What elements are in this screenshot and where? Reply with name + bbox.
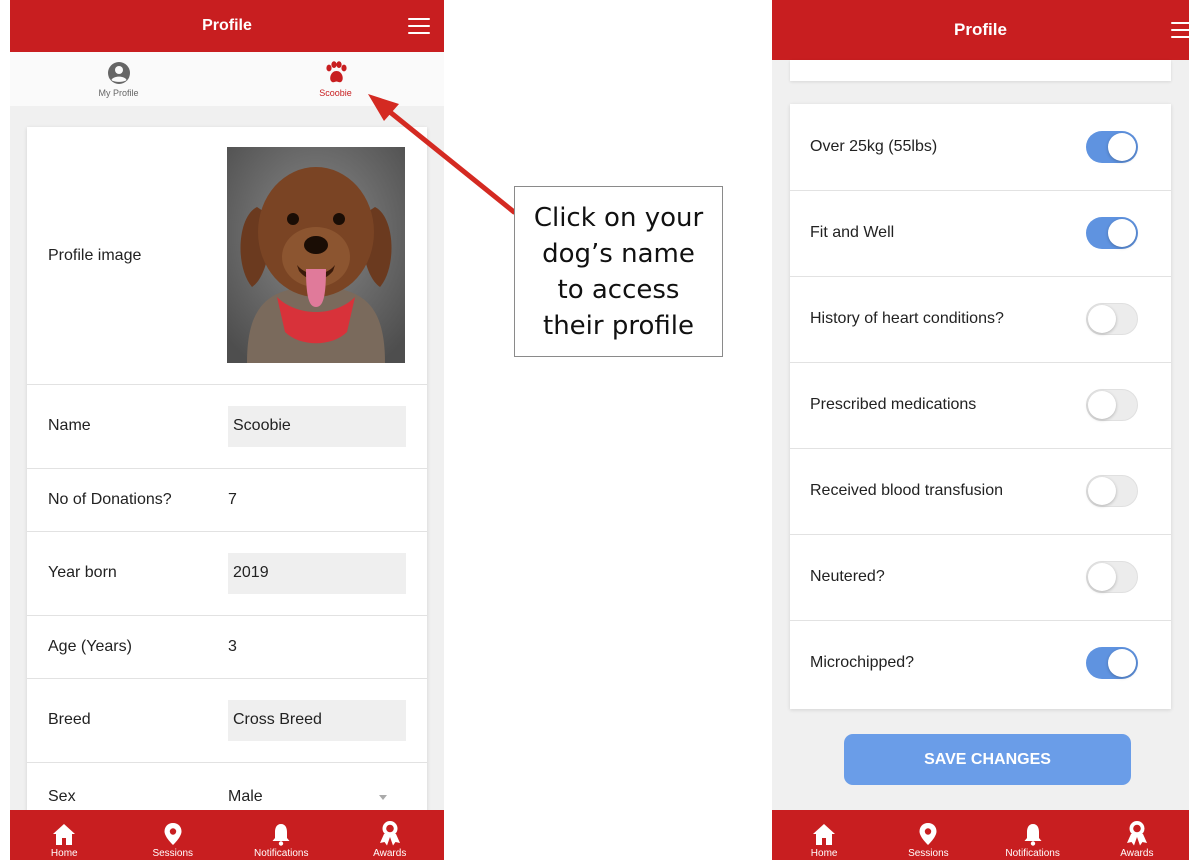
right-phone-screen: Profile Over 25kg (55lbs) Fit and Well His… [772, 0, 1189, 860]
page-title: Profile [954, 20, 1007, 39]
toggle-label: Received blood transfusion [810, 482, 1004, 499]
toggle-switch[interactable] [1086, 475, 1138, 507]
home-icon [813, 824, 836, 845]
toggle-row: Microchipped? [790, 620, 1171, 706]
toggle-label: Fit and Well [810, 224, 895, 241]
nav-awards-label: Awards [1120, 848, 1154, 859]
toggle-knob [1108, 133, 1136, 161]
toggle-switch[interactable] [1086, 131, 1138, 163]
nav-home[interactable]: Home [784, 810, 864, 860]
callout-text: Click on your dog’s name to access their… [533, 202, 704, 341]
toggle-row: Neutered? [790, 534, 1171, 621]
card-top-fragment [790, 60, 1171, 81]
health-toggles-card: Over 25kg (55lbs) Fit and Well History of … [790, 104, 1171, 709]
location-pin-icon [919, 823, 937, 845]
nav-home-label: Home [810, 848, 838, 859]
toggle-label: Over 25kg (55lbs) [810, 138, 938, 155]
nav-sessions[interactable]: Sessions [888, 810, 968, 860]
toggle-switch[interactable] [1086, 217, 1138, 249]
menu-icon[interactable] [1171, 22, 1189, 38]
toggle-knob [1088, 477, 1116, 505]
toggle-switch[interactable] [1086, 303, 1138, 335]
toggle-knob [1088, 305, 1116, 333]
toggle-row: Fit and Well [790, 190, 1171, 277]
award-ribbon-icon [1126, 821, 1147, 846]
toggle-knob [1088, 391, 1116, 419]
toggle-label: Prescribed medications [810, 396, 977, 413]
nav-awards[interactable]: Awards [1097, 810, 1177, 860]
nav-notifications[interactable]: Notifications [993, 810, 1073, 860]
toggle-switch[interactable] [1086, 389, 1138, 421]
toggle-label: Neutered? [810, 568, 885, 585]
save-changes-button[interactable]: SAVE CHANGES [844, 734, 1131, 785]
toggle-row: Prescribed medications [790, 362, 1171, 449]
toggle-switch[interactable] [1086, 561, 1138, 593]
toggle-row: Over 25kg (55lbs) [790, 104, 1171, 191]
toggle-label: History of heart conditions? [810, 310, 1004, 327]
toggle-row: History of heart conditions? [790, 276, 1171, 363]
app-header: Profile [772, 0, 1189, 60]
toggle-switch[interactable] [1086, 647, 1138, 679]
bell-icon [1024, 824, 1042, 846]
nav-notifications-label: Notifications [1005, 848, 1060, 859]
toggle-label: Microchipped? [810, 654, 915, 671]
nav-sessions-label: Sessions [908, 848, 949, 859]
toggle-knob [1108, 649, 1136, 677]
toggle-knob [1108, 219, 1136, 247]
instruction-callout: Click on your dog’s name to access their… [514, 186, 723, 357]
bottom-nav: Home Sessions Notifications Awards [772, 810, 1189, 860]
toggle-knob [1088, 563, 1116, 591]
toggle-row: Received blood transfusion [790, 448, 1171, 535]
